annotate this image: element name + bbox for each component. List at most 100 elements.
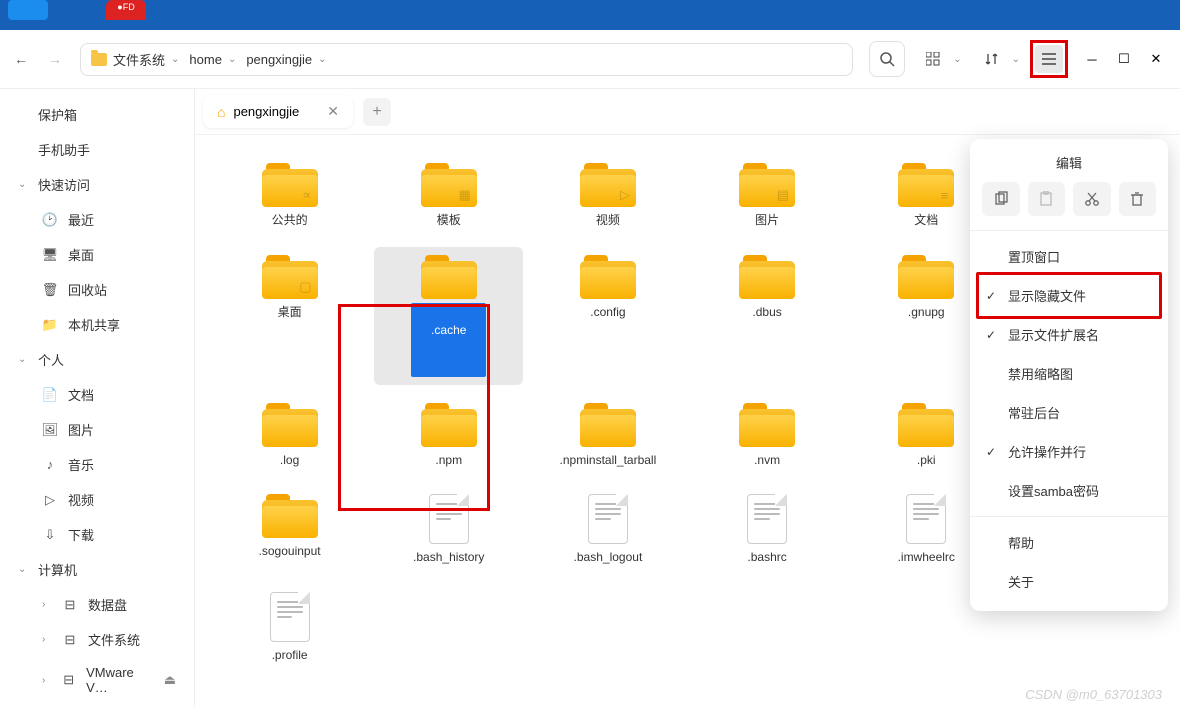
folder-icon: ▦	[421, 163, 477, 207]
folder-item[interactable]: ▤图片	[693, 155, 842, 237]
folder-item[interactable]: .npm	[374, 395, 523, 477]
watermark: CSDN @m0_63701303	[1025, 687, 1162, 702]
breadcrumb-item[interactable]: pengxingjie ⌄	[246, 52, 326, 67]
folder-icon	[421, 255, 477, 299]
menu-item[interactable]: 设置samba密码	[970, 471, 1168, 510]
music-icon: ♪	[42, 457, 58, 472]
folder-icon	[421, 403, 477, 447]
copy-button[interactable]	[982, 182, 1020, 216]
sidebar-item[interactable]: 🕑最近	[0, 202, 194, 237]
check-icon: ✓	[986, 445, 1000, 459]
sidebar-item[interactable]: ♪音乐	[0, 447, 194, 482]
menu-item[interactable]: ✓允许操作并行	[970, 432, 1168, 471]
sort-button[interactable]	[978, 45, 1006, 73]
file-item[interactable]: .bash_logout	[533, 486, 682, 574]
menu-item[interactable]: 禁用缩略图	[970, 354, 1168, 393]
folder-icon	[262, 494, 318, 538]
sidebar-label: 图片	[68, 420, 94, 439]
sidebar-item[interactable]: 📄文档	[0, 377, 194, 412]
forward-button[interactable]: →	[48, 51, 62, 67]
new-tab-button[interactable]: +	[363, 98, 391, 126]
menu-item[interactable]: 常驻后台	[970, 393, 1168, 432]
item-label: .bash_logout	[574, 550, 643, 566]
eject-icon[interactable]: ⏏	[164, 672, 176, 688]
taskbar-item-red[interactable]: ●FD	[106, 0, 146, 20]
close-button[interactable]: ✕	[1146, 49, 1166, 69]
home-icon: ⌂	[217, 104, 225, 120]
sidebar-item[interactable]: 手机助手	[0, 132, 194, 167]
maximize-button[interactable]: ☐	[1114, 49, 1134, 69]
file-icon	[906, 494, 946, 544]
folder-item[interactable]: .log	[215, 395, 364, 477]
sidebar-label: 个人	[38, 350, 64, 369]
folder-item[interactable]: .dbus	[693, 247, 842, 385]
folder-item[interactable]: .nvm	[693, 395, 842, 477]
file-item[interactable]: .profile	[215, 584, 364, 672]
menu-button[interactable]	[1035, 45, 1063, 73]
folder-item[interactable]: ▢桌面	[215, 247, 364, 385]
chevron-down-icon[interactable]: ⌄	[1012, 54, 1020, 65]
delete-button[interactable]	[1119, 182, 1157, 216]
file-icon	[270, 592, 310, 642]
folder-item[interactable]: .config	[533, 247, 682, 385]
breadcrumb[interactable]: 文件系统 ⌄ home ⌄ pengxingjie ⌄	[80, 43, 853, 76]
sidebar-item[interactable]: ›⊟文件系统	[0, 622, 194, 657]
folder-item[interactable]: ∝公共的	[215, 155, 364, 237]
sidebar-label: 文件系统	[88, 630, 140, 649]
sidebar-item[interactable]: 🗑回收站	[0, 272, 194, 307]
sidebar-item[interactable]: ▷视频	[0, 482, 194, 517]
sidebar-item[interactable]: ›⊟VMware V…⏏	[0, 657, 194, 703]
folder-item[interactable]: .sogouinput	[215, 486, 364, 574]
sidebar-item[interactable]: 🖼图片	[0, 412, 194, 447]
item-label: .pki	[917, 453, 936, 469]
back-button[interactable]: ←	[14, 51, 28, 67]
menu-item-about[interactable]: 关于	[970, 562, 1168, 601]
folder-icon	[898, 403, 954, 447]
check-icon: ✓	[986, 328, 1000, 342]
menu-item[interactable]: 置顶窗口	[970, 237, 1168, 276]
sidebar-item[interactable]: ⇩下载	[0, 517, 194, 552]
taskbar-item[interactable]	[8, 0, 48, 20]
chevron-down-icon: ⌄	[18, 354, 28, 365]
breadcrumb-item[interactable]: home ⌄	[189, 52, 236, 67]
sidebar-item[interactable]: 📁本机共享	[0, 307, 194, 342]
sidebar-group-computer[interactable]: ⌄计算机	[0, 552, 194, 587]
sidebar-item[interactable]: 🖥桌面	[0, 237, 194, 272]
breadcrumb-root[interactable]: 文件系统 ⌄	[91, 50, 179, 69]
sidebar-item[interactable]: 保护箱	[0, 97, 194, 132]
folder-item[interactable]: .npminstall_tarball	[533, 395, 682, 477]
menu-label: 设置samba密码	[1008, 481, 1099, 500]
minimize-button[interactable]: ─	[1082, 49, 1102, 69]
view-grid-button[interactable]	[919, 45, 947, 73]
folder-item[interactable]: ▷视频	[533, 155, 682, 237]
paste-icon	[1038, 191, 1054, 207]
menu-label: 置顶窗口	[1008, 247, 1060, 266]
file-item[interactable]: .bashrc	[693, 486, 842, 574]
download-icon: ⇩	[42, 527, 58, 543]
menu-label: 常驻后台	[1008, 403, 1060, 422]
menu-item[interactable]: ✓显示隐藏文件	[970, 276, 1168, 315]
chevron-down-icon: ⌄	[18, 564, 28, 575]
item-label: .profile	[272, 648, 308, 664]
file-item[interactable]: .bash_history	[374, 486, 523, 574]
sidebar-group-personal[interactable]: ⌄ 个人	[0, 342, 194, 377]
folder-item[interactable]: .cache	[374, 247, 523, 385]
menu-item-help[interactable]: 帮助	[970, 523, 1168, 562]
sidebar-label: VMware V…	[86, 665, 154, 695]
hamburger-icon	[1042, 53, 1056, 65]
search-button[interactable]	[869, 41, 905, 77]
sidebar-label: 桌面	[68, 245, 94, 264]
tab[interactable]: ⌂ pengxingjie ✕	[203, 95, 353, 128]
cut-button[interactable]	[1073, 182, 1111, 216]
tab-close-button[interactable]: ✕	[327, 103, 339, 120]
sidebar-group-quick[interactable]: ⌄快速访问	[0, 167, 194, 202]
sidebar-label: 文档	[68, 385, 94, 404]
folder-item[interactable]: ▦模板	[374, 155, 523, 237]
menu-label: 关于	[1008, 572, 1034, 591]
cut-icon	[1084, 191, 1100, 207]
menu-label: 显示隐藏文件	[1008, 286, 1086, 305]
chevron-down-icon[interactable]: ⌄	[953, 54, 961, 65]
menu-item[interactable]: ✓显示文件扩展名	[970, 315, 1168, 354]
paste-button[interactable]	[1028, 182, 1066, 216]
sidebar-item[interactable]: ›⊟数据盘	[0, 587, 194, 622]
